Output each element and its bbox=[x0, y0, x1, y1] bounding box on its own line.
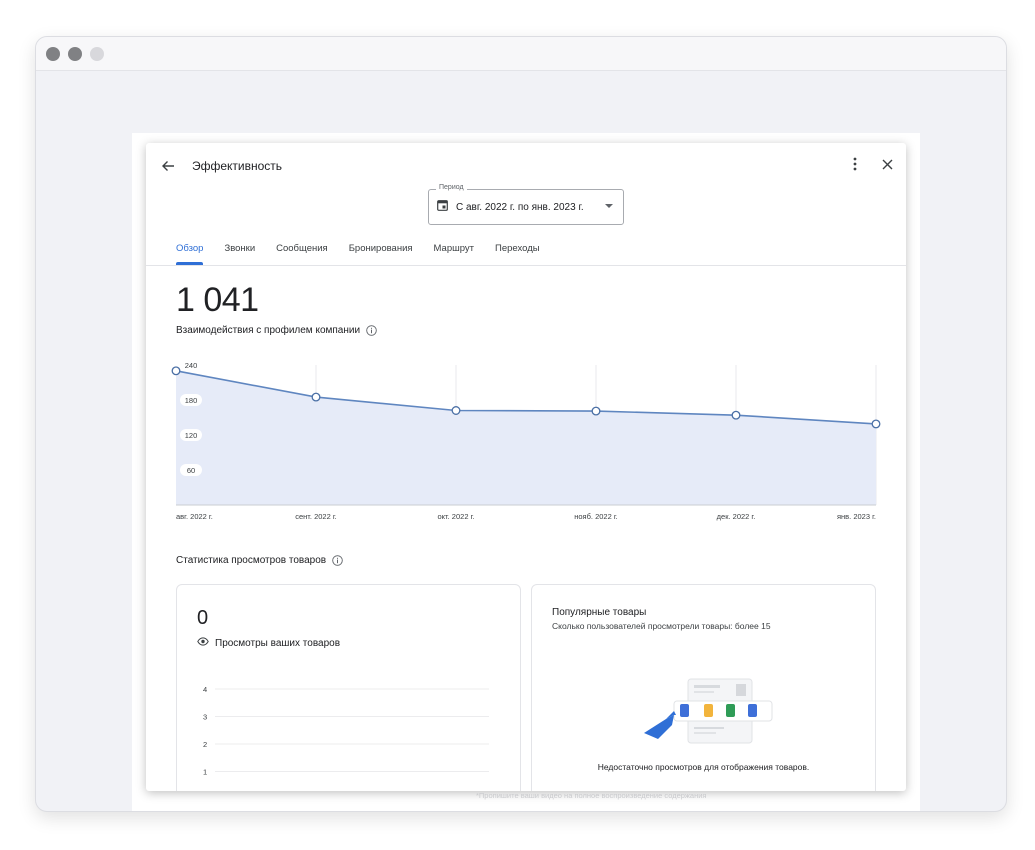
mini-y-tick: 3 bbox=[203, 713, 207, 722]
chart-data-point bbox=[311, 392, 321, 402]
svg-text:180: 180 bbox=[185, 396, 198, 405]
svg-text:60: 60 bbox=[187, 466, 195, 475]
eye-icon bbox=[197, 637, 209, 649]
popular-products-card: Популярные товары Сколько пользователей … bbox=[531, 584, 876, 791]
product-views-label-text: Просмотры ваших товаров bbox=[215, 637, 341, 649]
chart-data-point bbox=[591, 406, 601, 416]
product-stats-title: Статистика просмотров товаров bbox=[176, 555, 343, 566]
tab-directions[interactable]: Маршрут bbox=[434, 235, 475, 265]
products-illustration bbox=[644, 678, 773, 744]
x-tick-label: окт. 2022 г. bbox=[438, 512, 475, 521]
chart-data-point bbox=[731, 410, 741, 420]
back-arrow-icon[interactable] bbox=[156, 154, 180, 178]
info-icon[interactable] bbox=[366, 325, 377, 336]
interactions-label-text: Взаимодействия с профилем компании bbox=[176, 325, 361, 336]
mini-y-tick: 2 bbox=[203, 740, 207, 749]
mini-y-tick: 1 bbox=[203, 768, 207, 777]
period-select-value: С авг. 2022 г. по янв. 2023 г. bbox=[456, 201, 584, 213]
mini-y-tick: 4 bbox=[203, 685, 207, 694]
dialog-title: Эффективность bbox=[192, 159, 283, 173]
window-titlebar bbox=[36, 37, 1006, 71]
tabs-bar: Обзор Звонки Сообщения Бронирования Марш… bbox=[176, 235, 540, 265]
period-select-label: Период bbox=[436, 184, 467, 191]
chevron-down-icon bbox=[605, 204, 613, 208]
product-views-card: 0 Просмотры ваших товаров 4 3 2 1 bbox=[176, 584, 521, 791]
maximize-window-dot[interactable] bbox=[90, 46, 104, 61]
tab-messages[interactable]: Сообщения bbox=[276, 235, 328, 265]
product-views-label: Просмотры ваших товаров bbox=[197, 637, 340, 649]
tab-bookings[interactable]: Бронирования bbox=[349, 235, 413, 265]
performance-dialog: Эффективность Период С авг. 2022 г. по я… bbox=[146, 143, 906, 791]
interactions-label: Взаимодействия с профилем компании bbox=[176, 325, 377, 336]
chart-data-point bbox=[451, 406, 461, 415]
x-tick-label: янв. 2023 г. bbox=[837, 512, 876, 521]
period-select[interactable]: Период С авг. 2022 г. по янв. 2023 г. bbox=[428, 184, 624, 225]
tab-overview[interactable]: Обзор bbox=[176, 235, 204, 265]
y-tick: 240 bbox=[180, 359, 202, 371]
tab-calls[interactable]: Звонки bbox=[224, 235, 255, 265]
minimize-window-dot[interactable] bbox=[68, 46, 82, 61]
tabs-divider bbox=[146, 265, 906, 266]
tab-website-clicks[interactable]: Переходы bbox=[495, 235, 540, 265]
product-stats-title-text: Статистика просмотров товаров bbox=[176, 555, 327, 566]
interactions-total: 1 041 bbox=[176, 281, 259, 319]
x-tick-label: авг. 2022 г. bbox=[176, 512, 213, 521]
browser-window: Эффективность Период С авг. 2022 г. по я… bbox=[35, 36, 1007, 812]
close-icon[interactable] bbox=[876, 153, 898, 175]
y-tick: 180 bbox=[180, 394, 202, 406]
calendar-icon bbox=[437, 198, 448, 216]
popular-products-subtitle: Сколько пользователей просмотрели товары… bbox=[552, 621, 771, 631]
x-tick-label: дек. 2022 г. bbox=[717, 512, 756, 521]
y-tick: 60 bbox=[180, 464, 202, 476]
y-tick: 120 bbox=[180, 429, 202, 441]
product-views-count: 0 bbox=[197, 607, 209, 629]
dialog-header: Эффективность bbox=[146, 143, 906, 189]
background-footer-hint: *Пропишите ваши видео на полное воспроиз… bbox=[476, 791, 707, 800]
svg-text:240: 240 bbox=[185, 361, 198, 370]
close-window-dot[interactable] bbox=[46, 46, 60, 61]
svg-text:120: 120 bbox=[185, 431, 198, 440]
chart-data-point bbox=[171, 366, 181, 376]
chart-data-point bbox=[871, 419, 881, 429]
more-vert-icon[interactable] bbox=[844, 153, 866, 175]
x-tick-label: сент. 2022 г. bbox=[295, 512, 337, 521]
info-icon[interactable] bbox=[332, 555, 343, 566]
popular-products-title: Популярные товары bbox=[552, 607, 647, 618]
interactions-chart: 240 180 120 60 авг. 2022 г. сент. 2022 г. окт.… bbox=[171, 359, 881, 521]
x-tick-label: нояб. 2022 г. bbox=[574, 512, 618, 521]
no-data-message: Недостаточно просмотров для отображения … bbox=[597, 762, 810, 772]
product-views-chart: 4 3 2 1 bbox=[203, 685, 489, 777]
